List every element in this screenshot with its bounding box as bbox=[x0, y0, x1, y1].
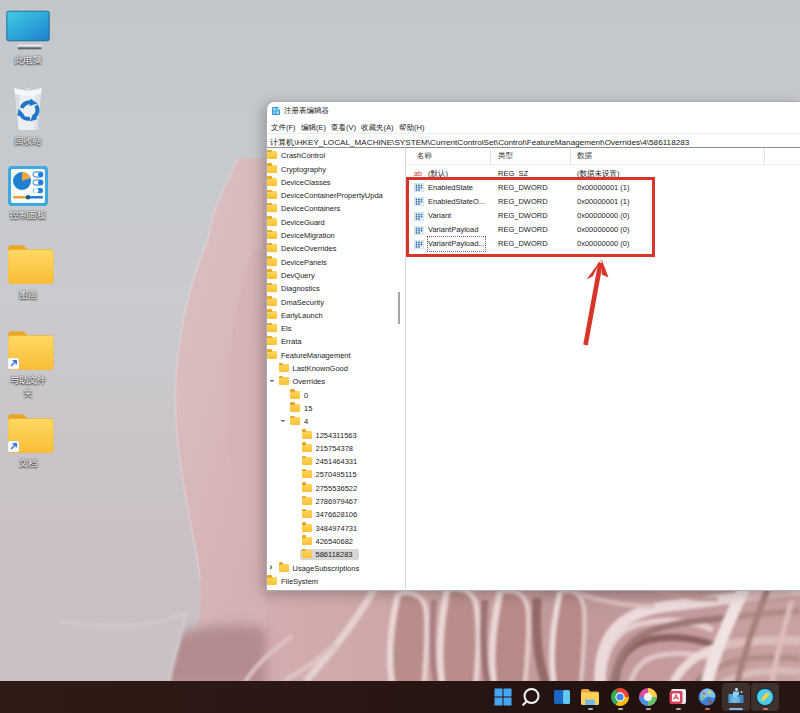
svg-text:ab: ab bbox=[414, 170, 422, 177]
